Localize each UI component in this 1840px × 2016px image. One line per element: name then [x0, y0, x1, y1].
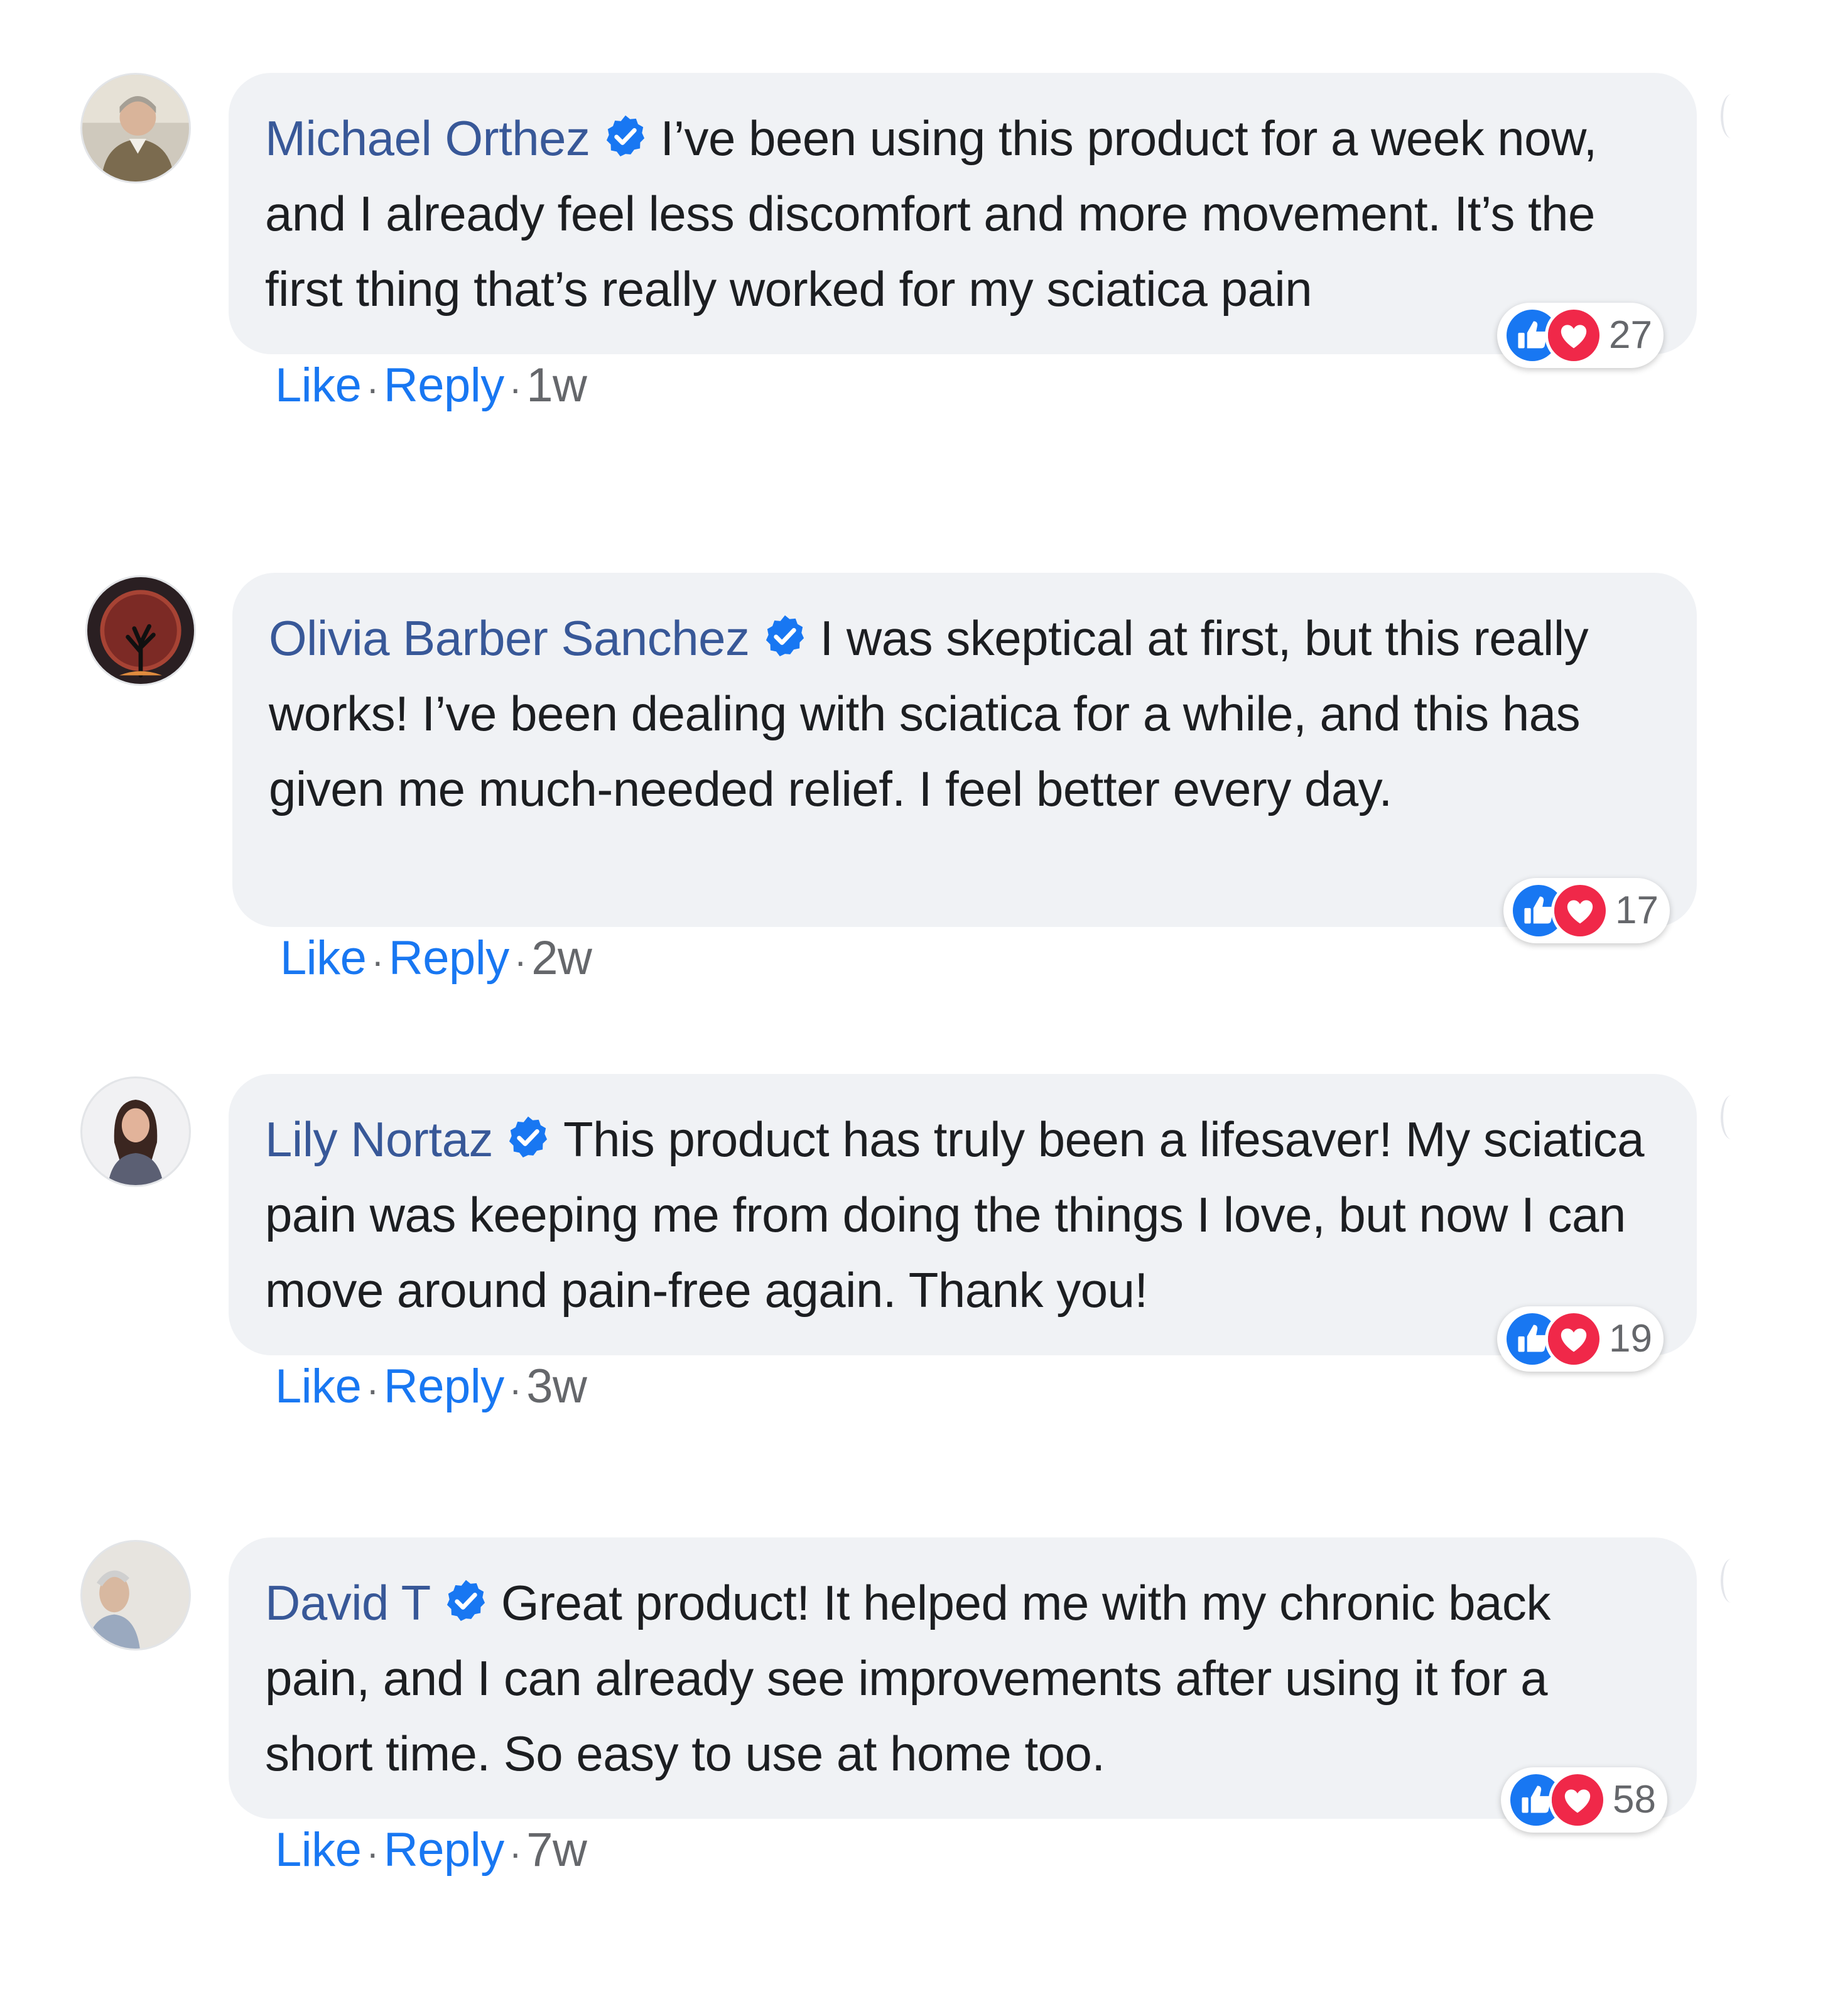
- separator: ·: [509, 1368, 522, 1411]
- comment-text: David T Great product! It helped me with …: [265, 1565, 1665, 1791]
- comment-text: Michael Orthez I’ve been using this produ…: [265, 100, 1665, 327]
- more-options-edge: [1721, 1559, 1742, 1603]
- reaction-summary[interactable]: 19: [1497, 1306, 1664, 1372]
- like-link[interactable]: Like: [275, 359, 362, 412]
- verified-badge-icon: [761, 612, 809, 660]
- verified-badge-icon: [442, 1577, 490, 1625]
- separator: ·: [371, 940, 384, 982]
- verified-badge-icon: [602, 112, 649, 160]
- avatar[interactable]: [80, 1540, 191, 1650]
- more-options-edge: [1721, 1095, 1742, 1139]
- avatar-photo-icon: [87, 577, 194, 684]
- reaction-summary[interactable]: 27: [1497, 303, 1664, 368]
- reaction-summary[interactable]: 58: [1501, 1767, 1667, 1833]
- timestamp[interactable]: 7w: [526, 1823, 587, 1877]
- comment-bubble: David T Great product! It helped me with …: [229, 1537, 1697, 1819]
- separator: ·: [366, 1368, 379, 1411]
- like-link[interactable]: Like: [280, 931, 367, 985]
- comment-actions: Like · Reply · 2w: [280, 927, 592, 993]
- timestamp[interactable]: 3w: [526, 1360, 587, 1413]
- avatar[interactable]: [80, 73, 191, 183]
- avatar-photo-icon: [82, 1078, 189, 1185]
- reaction-count: 19: [1609, 1317, 1652, 1360]
- reply-link[interactable]: Reply: [384, 1823, 504, 1877]
- author-name-link[interactable]: Olivia Barber Sanchez: [269, 610, 750, 666]
- reply-link[interactable]: Reply: [384, 1360, 504, 1413]
- more-options-edge: [1721, 94, 1742, 138]
- verified-badge-icon: [504, 1114, 552, 1161]
- reaction-count: 27: [1609, 313, 1652, 357]
- comment-text: Lily Nortaz This product has truly been a…: [265, 1102, 1665, 1328]
- reply-link[interactable]: Reply: [389, 931, 509, 985]
- heart-icon: [1551, 882, 1609, 940]
- avatar-photo-icon: [82, 1542, 189, 1649]
- separator: ·: [366, 1832, 379, 1874]
- heart-icon: [1545, 306, 1603, 364]
- separator: ·: [514, 940, 527, 982]
- avatar-photo-icon: [82, 75, 189, 182]
- comment-actions: Like · Reply · 3w: [275, 1355, 587, 1421]
- avatar[interactable]: [85, 575, 196, 686]
- like-link[interactable]: Like: [275, 1823, 362, 1877]
- author-name-link[interactable]: Lily Nortaz: [265, 1112, 493, 1167]
- heart-icon: [1549, 1771, 1606, 1829]
- reaction-summary[interactable]: 17: [1503, 878, 1670, 943]
- comment-bubble: Olivia Barber Sanchez I was skeptical at …: [232, 573, 1697, 927]
- comment-actions: Like · Reply · 7w: [275, 1819, 587, 1885]
- avatar[interactable]: [80, 1076, 191, 1187]
- reply-link[interactable]: Reply: [384, 359, 504, 412]
- timestamp[interactable]: 2w: [531, 931, 592, 985]
- author-name-link[interactable]: David T: [265, 1575, 431, 1630]
- separator: ·: [509, 367, 522, 409]
- timestamp[interactable]: 1w: [526, 359, 587, 412]
- comment-bubble: Lily Nortaz This product has truly been a…: [229, 1074, 1697, 1355]
- comment-thread: Michael Orthez I’ve been using this produ…: [0, 0, 1840, 2016]
- like-link[interactable]: Like: [275, 1360, 362, 1413]
- reaction-count: 58: [1613, 1778, 1656, 1821]
- heart-icon: [1545, 1310, 1603, 1368]
- author-name-link[interactable]: Michael Orthez: [265, 111, 590, 166]
- comment-text: Olivia Barber Sanchez I was skeptical at …: [269, 600, 1665, 826]
- separator: ·: [509, 1832, 522, 1874]
- reaction-count: 17: [1615, 889, 1659, 932]
- comment-bubble: Michael Orthez I’ve been using this produ…: [229, 73, 1697, 354]
- separator: ·: [366, 367, 379, 409]
- comment-actions: Like · Reply · 1w: [275, 354, 587, 420]
